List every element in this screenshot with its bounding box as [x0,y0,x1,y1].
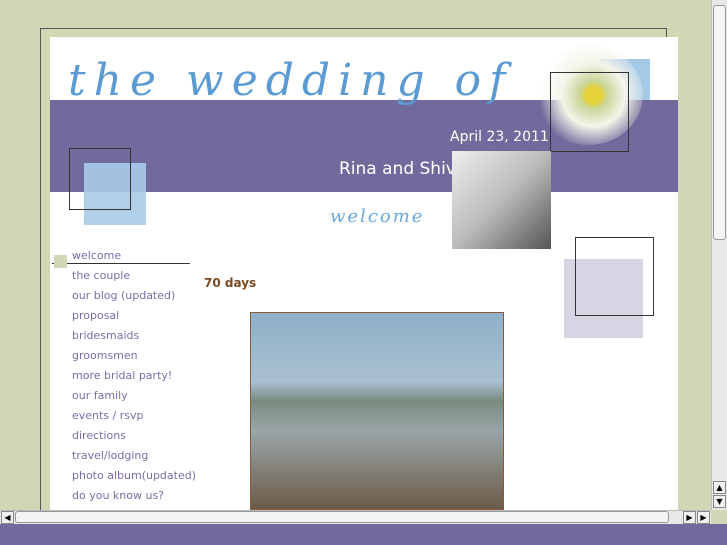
nav-our-family[interactable]: our family [52,386,192,406]
nav-our-blog[interactable]: our blog (updated) [52,286,192,306]
scroll-down-icon[interactable]: ▼ [713,495,726,508]
nav-welcome[interactable]: welcome [52,246,192,266]
scroll-right-end-icon[interactable]: ▶ [697,511,710,524]
couple-names: Rina and Shiv [339,159,456,179]
countdown-text: 70 days [204,276,257,290]
decor-outline [575,237,654,316]
nav-travel-lodging[interactable]: travel/lodging [52,446,192,466]
nav-the-couple[interactable]: the couple [52,266,192,286]
couple-photo-bw [452,151,551,249]
nav-photo-album[interactable]: photo album(updated) [52,466,196,486]
welcome-script: welcome [330,206,425,227]
nav-bridesmaids[interactable]: bridesmaids [52,326,192,346]
wedding-date: April 23, 2011 [450,129,549,145]
nav-more-bridal-party[interactable]: more bridal party! [52,366,192,386]
vertical-scroll-thumb[interactable] [713,5,726,240]
scroll-right-icon[interactable]: ▶ [683,511,696,524]
horizontal-scroll-thumb[interactable] [15,511,669,523]
nav-events-rsvp[interactable]: events / rsvp [52,406,192,426]
nav-proposal[interactable]: proposal [52,306,192,326]
nav-directions[interactable]: directions [52,426,192,446]
sidebar-nav: welcome the couple our blog (updated) pr… [52,246,196,506]
decor-outline [550,72,629,152]
footer-band [0,524,727,545]
nav-groomsmen[interactable]: groomsmen [52,346,192,366]
nav-do-you-know-us[interactable]: do you know us? [52,486,192,506]
scroll-left-icon[interactable]: ◀ [1,511,14,524]
title-script: the wedding of [68,55,514,106]
scroll-up-icon[interactable]: ▲ [713,481,726,494]
decor-outline [69,148,131,210]
couple-photo [250,312,504,510]
